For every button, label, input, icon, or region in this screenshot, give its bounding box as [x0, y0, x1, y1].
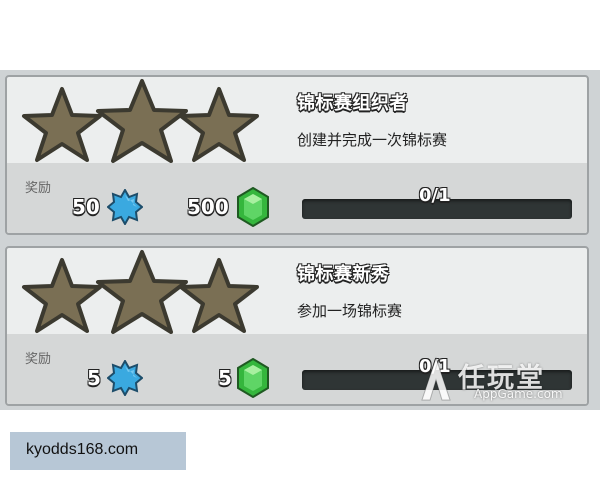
star-icon	[22, 87, 102, 162]
gem-icon	[237, 187, 269, 227]
achievement-title: 锦标赛组织者	[297, 93, 408, 114]
star-icon	[96, 250, 188, 334]
achievement-description: 参加一场锦标赛	[297, 302, 403, 320]
reward-label: 奖励	[25, 352, 52, 367]
site-label: kyodds168.com	[26, 441, 139, 458]
gem-reward-value: 500	[187, 195, 229, 219]
achievement-description: 创建并完成一次锦标赛	[297, 131, 448, 149]
xp-reward-value: 50	[72, 195, 100, 219]
star-rating	[7, 77, 297, 177]
xp-star-icon	[107, 189, 143, 225]
star-rating	[7, 248, 297, 348]
reward-label: 奖励	[25, 181, 52, 196]
xp-star-icon	[107, 360, 143, 396]
gem-icon	[237, 358, 269, 398]
watermark-logo-icon	[421, 356, 451, 401]
star-icon	[179, 87, 259, 162]
achievement-card: 锦标赛组织者 创建并完成一次锦标赛 奖励 50 500 0/1	[5, 75, 589, 235]
xp-reward-value: 5	[87, 366, 101, 390]
gem-reward-value: 5	[218, 366, 232, 390]
star-icon	[96, 79, 188, 163]
achievement-title: 锦标赛新秀	[297, 264, 390, 285]
watermark-site: AppGame.com	[474, 387, 563, 401]
progress-text: 0/1	[419, 185, 451, 206]
star-icon	[22, 258, 102, 333]
star-icon	[179, 258, 259, 333]
